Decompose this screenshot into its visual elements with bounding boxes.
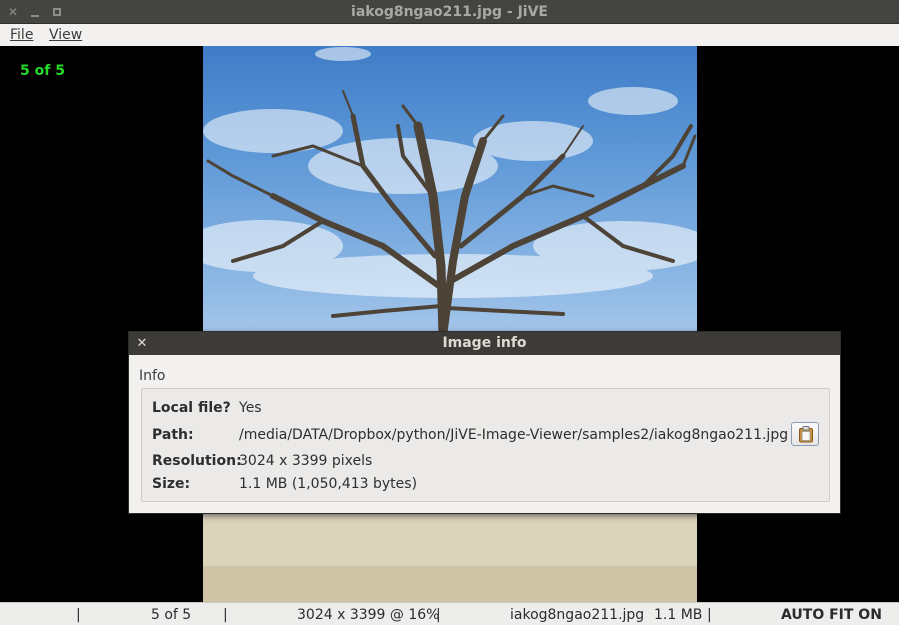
menu-file-label: File: [10, 27, 34, 43]
image-counter: 5 of 5: [20, 63, 65, 79]
title-bar: ✕ iakog8ngao211.jpg - JiVE: [0, 0, 899, 24]
image-info-dialog: Image info ✕ Info Local file? Yes Path: …: [128, 331, 841, 514]
dialog-close-icon[interactable]: ✕: [135, 332, 149, 355]
status-fit-mode: AUTO FIT ON: [781, 607, 882, 623]
displayed-image: [203, 46, 697, 602]
size-value: 1.1 MB (1,050,413 bytes): [239, 476, 418, 492]
path-key: Path:: [152, 427, 194, 443]
status-separator: |: [436, 607, 441, 623]
status-filename: iakog8ngao211.jpg: [510, 607, 645, 623]
resolution-value: 3024 x 3399 pixels: [239, 453, 373, 469]
local-file-value: Yes: [239, 400, 262, 416]
menu-view[interactable]: View: [49, 26, 82, 44]
local-file-key: Local file?: [152, 400, 231, 416]
copy-path-button[interactable]: [791, 422, 819, 446]
info-group: Local file? Yes Path: /media/DATA/Dropbo…: [141, 388, 830, 502]
status-separator: |: [707, 607, 712, 623]
status-bar: | 5 of 5 | 3024 x 3399 @ 16% | iakog8nga…: [0, 602, 899, 625]
status-dims-zoom: 3024 x 3399 @ 16%: [297, 607, 440, 623]
window-title: iakog8ngao211.jpg - JiVE: [351, 4, 548, 20]
clipboard-icon: [799, 426, 813, 443]
path-value: /media/DATA/Dropbox/python/JiVE-Image-Vi…: [239, 427, 789, 443]
info-group-label: Info: [139, 368, 166, 384]
dialog-title: Image info: [129, 332, 840, 355]
status-separator: |: [76, 607, 81, 623]
menu-file[interactable]: File: [10, 26, 33, 44]
image-viewer[interactable]: 5 of 5: [0, 46, 899, 602]
resolution-key: Resolution:: [152, 453, 242, 469]
menu-view-label: View: [49, 27, 83, 43]
size-key: Size:: [152, 476, 191, 492]
status-filesize: 1.1 MB: [654, 607, 703, 623]
menu-bar: File View: [0, 24, 899, 46]
status-position: 5 of 5: [151, 607, 192, 623]
status-separator: |: [223, 607, 228, 623]
